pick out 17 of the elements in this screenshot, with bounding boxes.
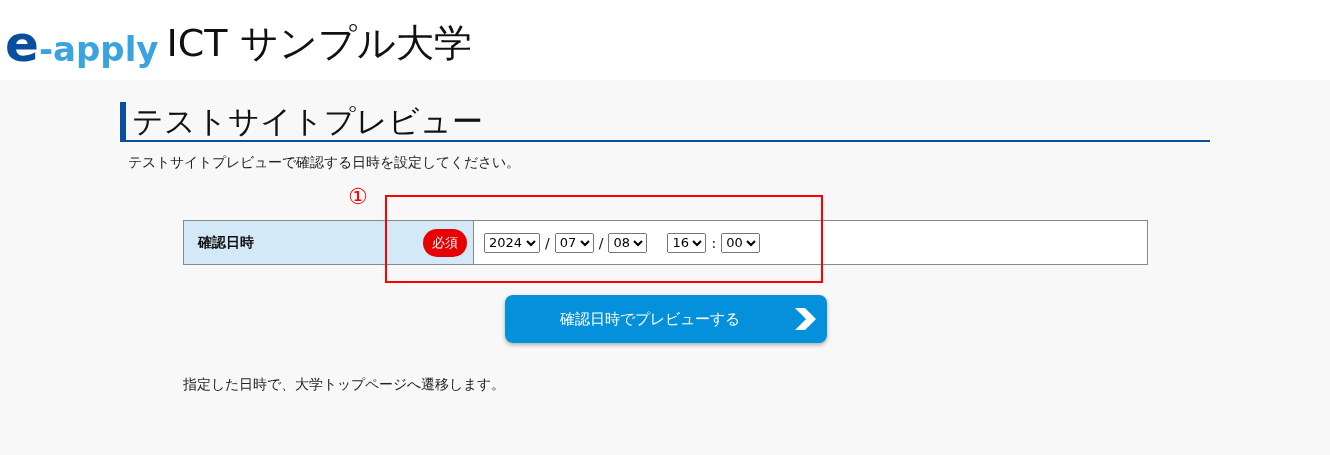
required-badge: 必須 [423, 228, 467, 257]
separator: / [598, 234, 604, 251]
date-select[interactable]: 08 [608, 232, 648, 253]
chevron-right-icon [793, 306, 817, 332]
date-select[interactable]: 00 [721, 232, 761, 253]
annotation-number: ① [348, 184, 368, 209]
page-title: テストサイトプレビュー [120, 102, 1210, 142]
note-text: 指定した日時で、大学トップページへ遷移します。 [183, 376, 506, 394]
logo: e-apply [5, 14, 159, 69]
separator: : [711, 234, 717, 251]
site-name: ICT サンプル大学 [166, 19, 472, 67]
description: テストサイトプレビューで確認する日時を設定してください。 [128, 154, 521, 172]
date-select[interactable]: 07 [554, 232, 594, 253]
date-select[interactable]: 2024 [484, 232, 540, 253]
date-select[interactable]: 16 [667, 232, 707, 253]
field-label: 確認日時 [198, 233, 254, 252]
separator: / [545, 234, 550, 251]
